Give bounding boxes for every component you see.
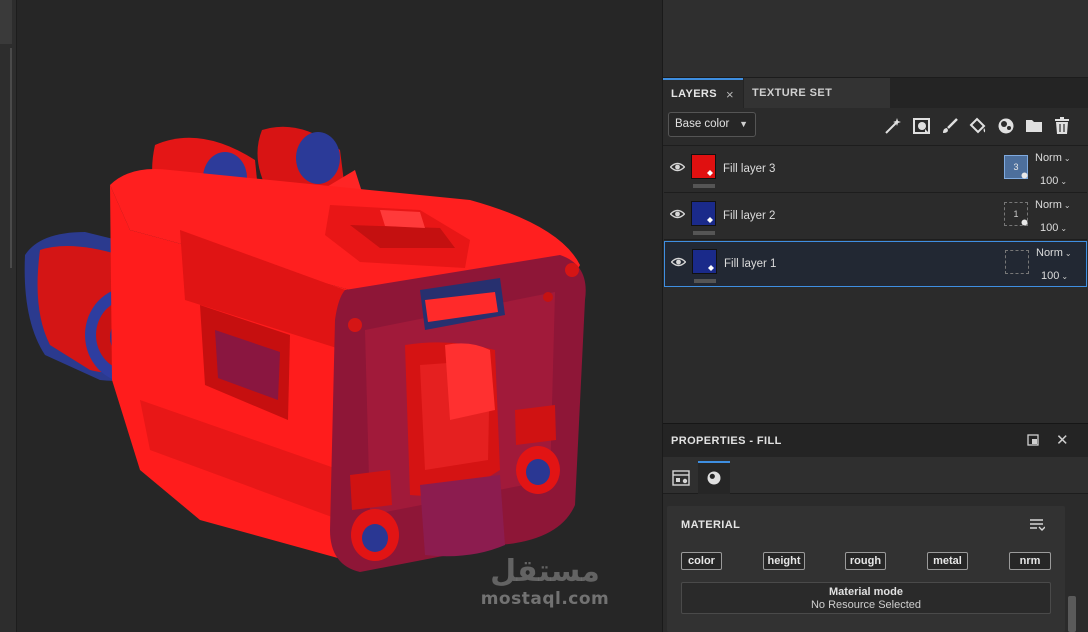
layer-mask-thumbnail[interactable]: 1	[1004, 202, 1028, 226]
properties-body: MATERIAL color height rough metal nrm Ma…	[663, 494, 1088, 632]
watermark-arabic: مستقل	[490, 554, 600, 589]
blend-mode-dropdown[interactable]: Norm ⌄	[1035, 199, 1071, 211]
layer-thumbnail	[691, 201, 716, 226]
layer-name: Fill layer 3	[723, 163, 776, 175]
fill-bucket-icon	[707, 217, 713, 223]
channel-chip-height[interactable]: height	[763, 552, 805, 570]
opacity-value: 100	[1041, 270, 1060, 282]
material-title: MATERIAL	[681, 519, 741, 531]
channel-dropdown-value: Base color	[675, 118, 730, 130]
mask-label: 3	[1013, 162, 1019, 172]
chevron-down-icon: ⌄	[1060, 177, 1068, 186]
opacity-value: 100	[1040, 175, 1059, 187]
material-section: MATERIAL color height rough metal nrm Ma…	[667, 506, 1065, 632]
layers-tab-bar: LAYERS × TEXTURE SET SETTINGS	[663, 78, 1088, 130]
properties-title: PROPERTIES - FILL	[671, 435, 782, 447]
magic-wand-icon[interactable]	[883, 116, 903, 136]
blend-mode-dropdown[interactable]: Norm ⌄	[1035, 152, 1071, 164]
layer-thumbnail-bar	[694, 279, 716, 283]
layer-name: Fill layer 2	[723, 210, 776, 222]
opacity-dropdown[interactable]: 100 ⌄	[1041, 270, 1068, 282]
layer-thumbnail	[691, 154, 716, 179]
material-tab[interactable]	[698, 461, 730, 494]
tab-texture-set-settings[interactable]: TEXTURE SET SETTINGS	[744, 78, 890, 130]
material-mode-status: No Resource Selected	[810, 599, 922, 611]
list-menu-icon[interactable]	[1029, 518, 1045, 532]
layer-mask-thumbnail[interactable]	[1005, 250, 1029, 274]
layers-list: Fill layer 3 3 Norm ⌄ 100 ⌄ Fill layer 2 1	[663, 147, 1088, 421]
folder-icon[interactable]	[1024, 116, 1044, 136]
eye-icon[interactable]	[670, 161, 685, 173]
3d-viewport[interactable]: مستقل mostaql.com	[0, 0, 662, 632]
trash-icon[interactable]	[1052, 116, 1072, 136]
watermark-latin: mostaql.com	[480, 589, 610, 609]
chevron-down-icon: ⌄	[1060, 224, 1068, 233]
parameters-tab[interactable]	[666, 461, 698, 494]
chevron-down-icon: ⌄	[1064, 249, 1072, 258]
layer-thumbnail-bar	[693, 184, 715, 188]
watermark: مستقل mostaql.com	[470, 554, 620, 610]
layer-thumbnail-bar	[693, 231, 715, 235]
layer-name: Fill layer 1	[724, 258, 777, 270]
chevron-down-icon: ▼	[739, 119, 748, 129]
layer-thumbnail	[692, 249, 717, 274]
tab-layers[interactable]: LAYERS ×	[663, 78, 743, 108]
opacity-dropdown[interactable]: 100 ⌄	[1040, 175, 1067, 187]
brush-icon[interactable]	[940, 116, 960, 136]
smart-material-icon[interactable]	[996, 116, 1016, 136]
eye-icon[interactable]	[671, 256, 686, 268]
channel-dropdown[interactable]: Base color ▼	[668, 112, 756, 137]
fill-bucket-icon	[707, 170, 713, 176]
channel-chip-rough[interactable]: rough	[845, 552, 886, 570]
fill-bucket-icon	[708, 265, 714, 271]
blend-mode-value: Norm	[1035, 199, 1062, 211]
opacity-value: 100	[1040, 222, 1059, 234]
properties-header: PROPERTIES - FILL ✕	[663, 423, 1088, 457]
parameters-icon	[672, 470, 690, 486]
tab-layers-label: LAYERS	[671, 88, 718, 100]
panel-top-area	[663, 0, 1088, 78]
layer-row-fill-layer-1[interactable]: Fill layer 1 Norm ⌄ 100 ⌄	[664, 241, 1087, 287]
mask-label: 1	[1013, 209, 1019, 219]
blend-mode-value: Norm	[1035, 152, 1062, 164]
material-mode-slot[interactable]: Material mode No Resource Selected	[681, 582, 1051, 614]
chevron-down-icon: ⌄	[1063, 154, 1071, 163]
layers-toolbar: Base color ▼	[663, 108, 1088, 146]
chevron-down-icon: ⌄	[1063, 201, 1071, 210]
channel-chip-color[interactable]: color	[681, 552, 722, 570]
close-icon[interactable]: ✕	[1056, 431, 1069, 449]
channel-chip-nrm[interactable]: nrm	[1009, 552, 1051, 570]
chevron-down-icon: ⌄	[1061, 272, 1069, 281]
blend-mode-value: Norm	[1036, 247, 1063, 259]
layer-row-fill-layer-2[interactable]: Fill layer 2 1 Norm ⌄ 100 ⌄	[664, 194, 1087, 240]
layer-mask-thumbnail[interactable]: 3	[1004, 155, 1028, 179]
channel-chip-metal[interactable]: metal	[927, 552, 968, 570]
properties-tab-bar	[663, 457, 1088, 494]
opacity-dropdown[interactable]: 100 ⌄	[1040, 222, 1067, 234]
right-dock-panel: LAYERS × TEXTURE SET SETTINGS Base color…	[662, 0, 1088, 632]
mask-effect-icon	[1021, 172, 1028, 179]
3d-model-render	[24, 126, 586, 572]
fill-bucket-icon[interactable]	[968, 116, 988, 136]
material-icon	[707, 471, 721, 485]
eye-icon[interactable]	[670, 208, 685, 220]
close-icon[interactable]: ×	[726, 80, 734, 109]
layer-row-fill-layer-3[interactable]: Fill layer 3 3 Norm ⌄ 100 ⌄	[664, 147, 1087, 193]
mask-icon[interactable]	[912, 116, 932, 136]
float-panel-icon[interactable]	[1027, 434, 1039, 446]
blend-mode-dropdown[interactable]: Norm ⌄	[1036, 247, 1072, 259]
scrollbar[interactable]	[1068, 596, 1076, 632]
material-mode-title: Material mode	[829, 586, 903, 598]
mask-effect-icon	[1021, 219, 1028, 226]
